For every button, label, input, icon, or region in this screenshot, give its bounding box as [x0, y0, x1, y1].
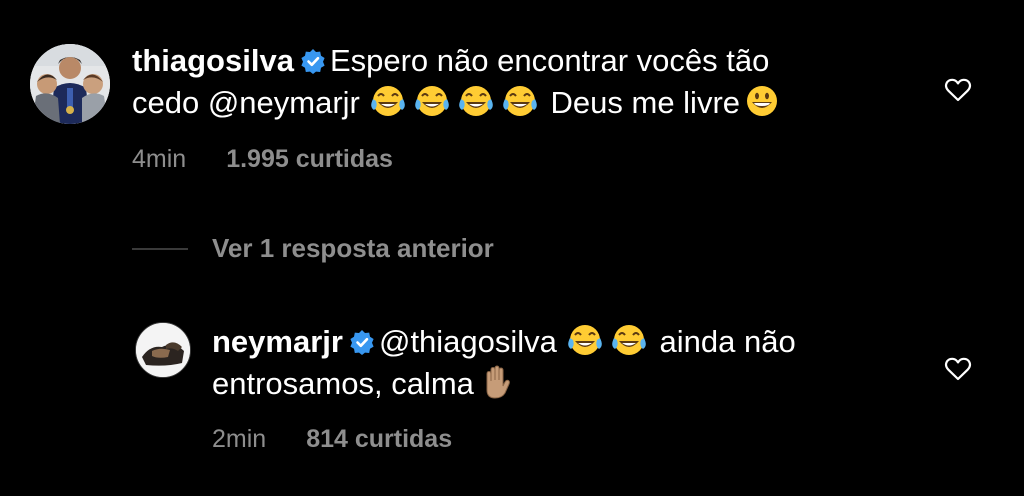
- avatar-thiagosilva[interactable]: [30, 44, 110, 124]
- avatar-photo: [136, 323, 190, 377]
- verified-badge-icon: [350, 330, 374, 355]
- avatar-neymarjr[interactable]: [135, 322, 191, 378]
- face-with-tears-of-joy-icon: [415, 86, 449, 116]
- comment-meta: 2min 814 curtidas: [212, 425, 452, 454]
- comment-text-line2-prefix: cedo @neymarjr: [132, 85, 360, 120]
- face-with-tears-of-joy-icon: [612, 325, 646, 355]
- face-with-tears-of-joy-icon: [568, 325, 602, 355]
- like-heart-icon[interactable]: [944, 76, 972, 104]
- comment-likes[interactable]: 814 curtidas: [306, 425, 452, 453]
- comment-body: thiagosilva Espero não encontrar vocês tã…: [132, 40, 784, 124]
- verified-badge-icon: [301, 49, 325, 74]
- comments-screen: thiagosilva Espero não encontrar vocês tã…: [0, 0, 1024, 496]
- replies-divider: [132, 247, 188, 250]
- grinning-face-icon: [747, 86, 778, 116]
- avatar-photo: [30, 44, 110, 124]
- comment-likes[interactable]: 1.995 curtidas: [226, 145, 393, 173]
- comment-time: 4min: [132, 145, 187, 173]
- comment-mention[interactable]: @thiagosilva: [379, 324, 557, 359]
- comment-body: neymarjr @thiagosilva ainda não entrosamo…: [212, 321, 796, 405]
- view-replies-label[interactable]: Ver 1 resposta anterior: [212, 233, 494, 264]
- comment-text-line1: Espero não encontrar vocês tão: [329, 43, 770, 78]
- comment-text-line2-suffix: Deus me livre: [550, 85, 741, 120]
- like-heart-icon[interactable]: [944, 355, 972, 383]
- comment-text-line1-suffix: ainda não: [659, 324, 796, 359]
- comment-username[interactable]: neymarjr: [212, 324, 343, 359]
- comment-time: 2min: [212, 425, 267, 453]
- comment-text-line2: entrosamos, calma: [212, 366, 474, 401]
- comment-meta: 4min 1.995 curtidas: [132, 145, 393, 174]
- face-with-tears-of-joy-icon: [459, 86, 493, 116]
- face-with-tears-of-joy-icon: [371, 86, 405, 116]
- comment-username[interactable]: thiagosilva: [132, 43, 294, 78]
- face-with-tears-of-joy-icon: [503, 86, 537, 116]
- view-replies-toggle[interactable]: Ver 1 resposta anterior: [132, 233, 494, 264]
- raised-hand-icon: [486, 365, 510, 399]
